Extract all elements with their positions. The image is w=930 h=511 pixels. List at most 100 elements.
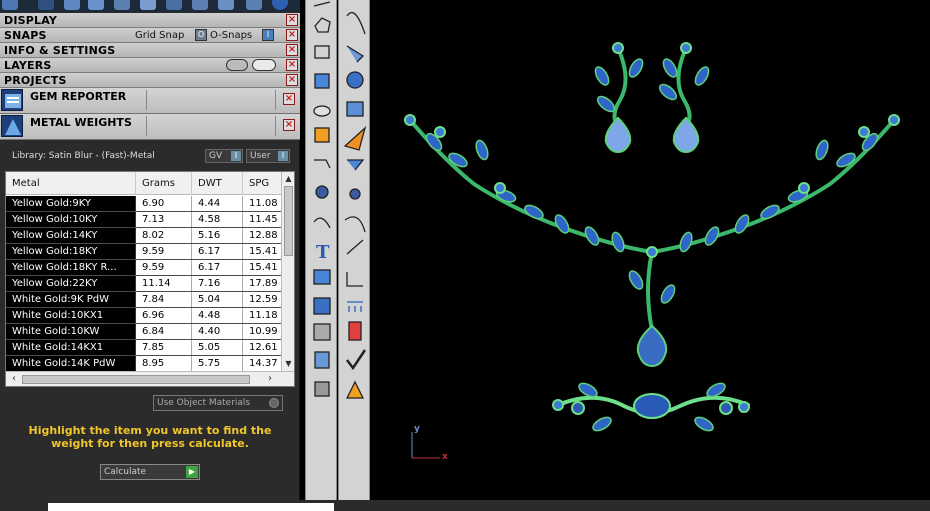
bracelet: [552, 379, 750, 435]
scroll-up-icon[interactable]: ▲: [283, 173, 294, 185]
column-header-metal[interactable]: Metal: [6, 172, 136, 195]
tool-icon[interactable]: [272, 0, 288, 10]
snaps-section[interactable]: SNAPS Grid Snap O O-Snaps I ×: [0, 28, 300, 43]
tool-icon[interactable]: [38, 0, 54, 10]
scroll-thumb[interactable]: [284, 186, 293, 256]
scroll-right-icon[interactable]: ›: [264, 373, 276, 385]
gv-toggle[interactable]: GV I: [205, 149, 243, 163]
spg-cell: 12.59: [243, 292, 282, 307]
close-icon[interactable]: ×: [283, 119, 295, 131]
3d-viewport[interactable]: y x: [374, 0, 930, 496]
close-icon[interactable]: ×: [286, 29, 298, 41]
axis-y-label: y: [414, 424, 420, 434]
gem-reporter-icon: [1, 89, 23, 111]
horizontal-scrollbar[interactable]: ‹ ›: [6, 371, 294, 386]
earring-left-stem: [612, 46, 628, 128]
close-icon[interactable]: ×: [286, 74, 298, 86]
dwt-cell: 4.40: [192, 324, 243, 339]
check-icon: [346, 349, 367, 371]
table-row[interactable]: Yellow Gold:10KY 7.13 4.58 11.45: [6, 212, 282, 228]
spg-cell: 10.99: [243, 324, 282, 339]
table-row[interactable]: White Gold:14KX1 7.85 5.05 12.61: [6, 340, 282, 356]
tool-icon[interactable]: [114, 0, 130, 10]
grams-cell: 6.90: [136, 196, 192, 211]
checkbox-icon[interactable]: [269, 398, 279, 408]
surface-tool-icon: [346, 101, 364, 117]
dwt-cell: 5.75: [192, 356, 243, 371]
table-row[interactable]: Yellow Gold:18KY 9.59 6.17 15.41: [6, 244, 282, 260]
layers-section[interactable]: LAYERS ×: [0, 58, 300, 73]
table-row[interactable]: Yellow Gold:22KY 11.14 7.16 17.89: [6, 276, 282, 292]
table-row[interactable]: White Gold:9K PdW 7.84 5.04 12.59: [6, 292, 282, 308]
tool-icon[interactable]: [246, 0, 262, 10]
pendant-gem: [636, 324, 668, 368]
projects-section[interactable]: PROJECTS ×: [0, 73, 300, 88]
display-section[interactable]: DISPLAY ×: [0, 13, 300, 28]
tool-icon[interactable]: [218, 0, 234, 10]
scroll-left-icon[interactable]: ‹: [8, 373, 20, 385]
prism-tool-icon: [314, 381, 330, 397]
gem-reporter-panel[interactable]: GEM REPORTER ×: [0, 88, 300, 114]
o-snaps-toggle[interactable]: I: [262, 29, 274, 41]
tool-icon[interactable]: [140, 0, 156, 10]
table-row[interactable]: White Gold:10KX1 6.96 4.48 11.18: [6, 308, 282, 324]
eye-icon[interactable]: [252, 59, 276, 71]
puzzle-icon: [314, 127, 330, 143]
projects-title: PROJECTS: [4, 74, 67, 87]
table-row[interactable]: White Gold:10KW 6.84 4.40 10.99: [6, 324, 282, 340]
column-header-dwt[interactable]: DWT: [192, 172, 243, 195]
left-panel: DISPLAY × SNAPS Grid Snap O O-Snaps I × …: [0, 0, 300, 511]
tool-icon[interactable]: [88, 0, 104, 10]
user-toggle[interactable]: User I: [246, 149, 290, 163]
tool-icon[interactable]: [64, 0, 80, 10]
tool-icon[interactable]: [2, 0, 18, 10]
axis-indicator: [411, 432, 440, 459]
text-tool-icon: T: [316, 242, 330, 263]
arc-tool-icon: [346, 11, 366, 35]
sweep-tool-icon: [346, 45, 365, 63]
cylinder-icon: [313, 105, 331, 117]
dwt-cell: 4.58: [192, 212, 243, 227]
metal-cell: White Gold:14KX1: [6, 340, 136, 355]
close-icon[interactable]: ×: [286, 59, 298, 71]
grams-cell: 11.14: [136, 276, 192, 291]
calculate-button[interactable]: Calculate ▶: [100, 464, 200, 480]
dwt-cell: 4.48: [192, 308, 243, 323]
scroll-down-icon[interactable]: ▼: [283, 358, 294, 370]
scroll-thumb-horizontal[interactable]: [22, 375, 250, 384]
info-settings-section[interactable]: INFO & SETTINGS ×: [0, 43, 300, 58]
metal-cell: White Gold:10KX1: [6, 308, 136, 323]
dwt-cell: 7.16: [192, 276, 243, 291]
column-header-spg[interactable]: SPG: [243, 172, 282, 195]
table-row[interactable]: Yellow Gold:14KY 8.02 5.16 12.88: [6, 228, 282, 244]
jewelry-model: [404, 42, 900, 459]
metal-cell: Yellow Gold:22KY: [6, 276, 136, 291]
tool-icon[interactable]: [192, 0, 208, 10]
vertical-scrollbar[interactable]: ▲ ▼: [281, 172, 294, 371]
close-icon[interactable]: ×: [286, 44, 298, 56]
layer-visibility-icon[interactable]: [226, 59, 248, 71]
tool-icon[interactable]: [166, 0, 182, 10]
column-header-grams[interactable]: Grams: [136, 172, 192, 195]
metal-weights-title: METAL WEIGHTS: [30, 116, 132, 129]
o-snaps-label: O-Snaps: [210, 30, 253, 41]
dwt-cell: 6.17: [192, 260, 243, 275]
layers-title: LAYERS: [4, 59, 52, 72]
close-icon[interactable]: ×: [286, 14, 298, 26]
metal-table[interactable]: Metal Grams DWT SPG Yellow Gold:9KY 6.90 4…: [5, 171, 295, 387]
table-row[interactable]: White Gold:14K PdW 8.95 5.75 14.37: [6, 356, 282, 372]
grams-cell: 9.59: [136, 260, 192, 275]
polygon-tool-icon: [314, 17, 331, 33]
table-row[interactable]: Yellow Gold:18KY R... 9.59 6.17 15.41: [6, 260, 282, 276]
gem-reporter-title: GEM REPORTER: [30, 90, 127, 103]
table-row[interactable]: Yellow Gold:9KY 6.90 4.44 11.08: [6, 196, 282, 212]
metal-weights-panel[interactable]: METAL WEIGHTS ×: [0, 114, 300, 140]
spg-cell: 17.89: [243, 276, 282, 291]
grid-snap-toggle[interactable]: O: [195, 29, 207, 41]
command-input[interactable]: [48, 503, 334, 511]
close-icon[interactable]: ×: [283, 93, 295, 105]
extend-tool-icon: [346, 239, 364, 255]
metal-cell: Yellow Gold:10KY: [6, 212, 136, 227]
use-object-materials-checkbox[interactable]: Use Object Materials: [153, 395, 283, 411]
sphere-icon: [346, 71, 364, 89]
